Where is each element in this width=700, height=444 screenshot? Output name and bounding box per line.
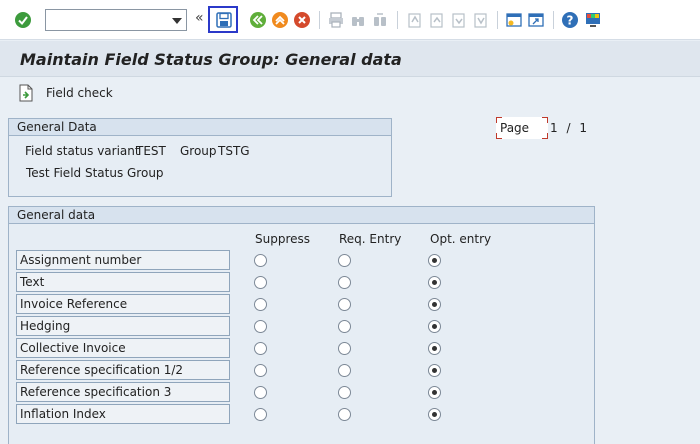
radio-required[interactable] (338, 342, 351, 355)
field-label: Collective Invoice (16, 338, 230, 358)
radio-optional[interactable] (428, 408, 441, 421)
radio-optional[interactable] (428, 386, 441, 399)
previous-page-icon[interactable] (426, 10, 446, 30)
page-separator: / (566, 121, 571, 135)
field-check-icon (19, 84, 33, 102)
field-label: Reference specification 3 (16, 382, 230, 402)
title-bar: Maintain Field Status Group: General dat… (0, 41, 700, 77)
first-page-icon[interactable] (404, 10, 424, 30)
radio-suppress[interactable] (254, 408, 267, 421)
standard-toolbar: « ? (0, 0, 700, 40)
field-check-button[interactable]: Field check (18, 84, 113, 102)
chevron-down-icon[interactable] (172, 18, 182, 24)
radio-optional[interactable] (428, 254, 441, 267)
column-suppress: Suppress (255, 232, 311, 246)
find-next-icon[interactable] (370, 10, 390, 30)
command-field[interactable] (45, 9, 187, 31)
general-data-header: General Data (9, 119, 391, 136)
group-label: Group (180, 144, 217, 158)
field-check-label: Field check (46, 86, 113, 100)
field-label: Reference specification 1/2 (16, 360, 230, 380)
next-page-icon[interactable] (448, 10, 468, 30)
radio-suppress[interactable] (254, 276, 267, 289)
page-title: Maintain Field Status Group: General dat… (20, 50, 402, 69)
column-optional: Opt. entry (430, 232, 492, 246)
radio-required[interactable] (338, 364, 351, 377)
radio-optional[interactable] (428, 298, 441, 311)
exit-icon[interactable] (270, 10, 290, 30)
create-session-icon[interactable] (504, 10, 524, 30)
field-label: Assignment number (16, 250, 230, 270)
page-indicator: 1 / 1 (550, 121, 587, 135)
separator (497, 11, 498, 29)
radio-required[interactable] (338, 298, 351, 311)
last-page-icon[interactable] (470, 10, 490, 30)
radio-required[interactable] (338, 386, 351, 399)
radio-required[interactable] (338, 276, 351, 289)
svg-text:?: ? (567, 14, 574, 28)
cancel-icon[interactable] (292, 10, 312, 30)
group-description: Test Field Status Group (26, 166, 164, 180)
radio-suppress[interactable] (254, 254, 267, 267)
radio-required[interactable] (338, 254, 351, 267)
radio-required[interactable] (338, 320, 351, 333)
radio-required[interactable] (338, 408, 351, 421)
radio-suppress[interactable] (254, 298, 267, 311)
radio-optional[interactable] (428, 342, 441, 355)
radio-suppress[interactable] (254, 320, 267, 333)
variant-label: Field status variant (25, 144, 140, 158)
page-label: Page (500, 121, 530, 135)
field-label: Hedging (16, 316, 230, 336)
application-toolbar: Field check (0, 78, 700, 108)
radio-suppress[interactable] (254, 386, 267, 399)
radio-optional[interactable] (428, 320, 441, 333)
enter-checkmark-icon[interactable] (13, 10, 33, 30)
customize-layout-icon[interactable] (583, 10, 603, 30)
separator (397, 11, 398, 29)
back-icon[interactable] (248, 10, 268, 30)
field-label: Invoice Reference (16, 294, 230, 314)
group-value: TSTG (218, 144, 250, 158)
field-status-header: General data (9, 207, 594, 224)
column-required: Req. Entry (339, 232, 402, 246)
collapse-chevron-icon[interactable]: « (195, 10, 204, 26)
field-label: Inflation Index (16, 404, 230, 424)
find-icon[interactable] (348, 10, 368, 30)
radio-suppress[interactable] (254, 342, 267, 355)
radio-optional[interactable] (428, 364, 441, 377)
radio-optional[interactable] (428, 276, 441, 289)
page-button[interactable]: Page (496, 117, 548, 139)
save-icon[interactable] (214, 10, 234, 30)
help-icon[interactable]: ? (560, 10, 580, 30)
page-current: 1 (550, 121, 558, 135)
shortcut-icon[interactable] (526, 10, 546, 30)
page-total: 1 (579, 121, 587, 135)
separator (553, 11, 554, 29)
field-label: Text (16, 272, 230, 292)
radio-suppress[interactable] (254, 364, 267, 377)
print-icon[interactable] (326, 10, 346, 30)
separator (319, 11, 320, 29)
variant-value: TEST (136, 144, 166, 158)
